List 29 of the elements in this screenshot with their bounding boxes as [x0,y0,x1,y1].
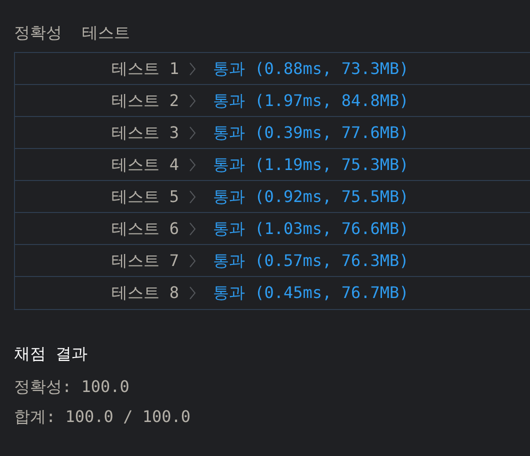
chevron-icon [189,94,196,108]
test-result: 통과 (0.39ms, 77.6MB) [213,122,409,144]
test-result: 통과 (0.57ms, 76.3MB) [213,250,409,272]
summary-line: 정확성: 100.0 [14,376,130,398]
test-result: 통과 (0.92ms, 75.5MB) [213,186,409,208]
test-result: 통과 (0.88ms, 73.3MB) [213,58,409,80]
chevron-icon [189,222,196,236]
test-label: 테스트 8 [112,282,179,304]
chevron-icon [189,158,196,172]
test-result: 통과 (1.03ms, 76.6MB) [213,218,409,240]
test-result: 통과 (1.97ms, 84.8MB) [213,90,409,112]
summary-line: 합계: 100.0 / 100.0 [14,406,192,428]
chevron-icon [189,190,196,204]
test-label: 테스트 4 [112,154,179,176]
test-label: 테스트 6 [112,218,179,240]
chevron-icon [189,286,196,300]
test-label: 테스트 1 [112,58,179,80]
test-result: 통과 (0.45ms, 76.7MB) [213,282,409,304]
test-label: 테스트 5 [112,186,179,208]
chevron-icon [189,126,196,140]
test-label: 테스트 2 [112,90,179,112]
test-result: 통과 (1.19ms, 75.3MB) [213,154,409,176]
test-label: 테스트 7 [112,250,179,272]
chevron-icon [189,62,196,76]
section-title: 정확성 [14,22,62,44]
test-label: 테스트 3 [112,122,179,144]
summary-title: 채점 결과 [14,343,89,365]
chevron-icon [189,254,196,268]
section-subtitle: 테스트 [82,22,130,44]
